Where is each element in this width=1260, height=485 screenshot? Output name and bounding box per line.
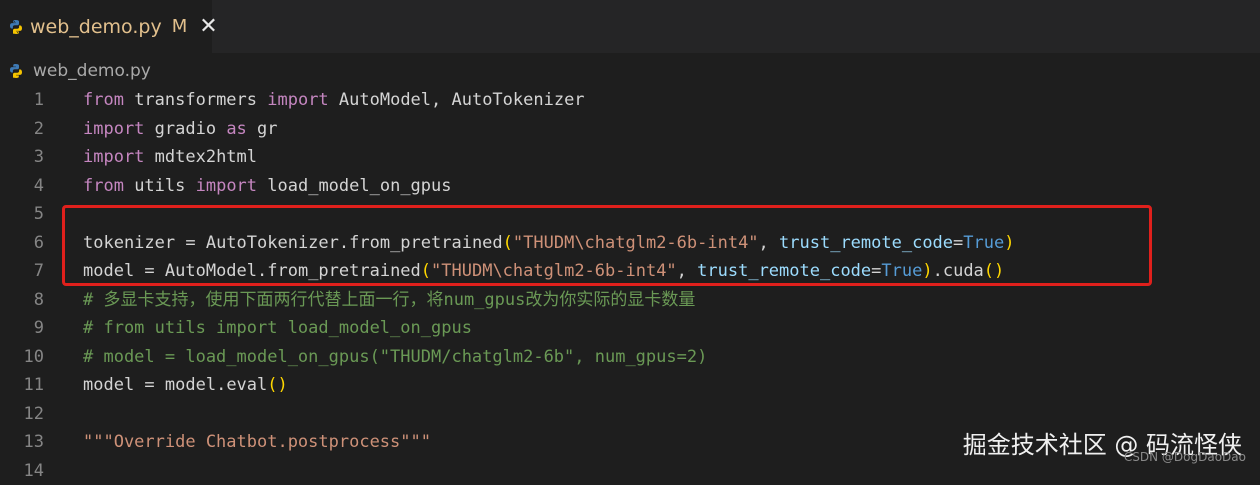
modified-indicator: M xyxy=(172,16,188,37)
line-number: 7 xyxy=(0,257,44,286)
code-token: """Override Chatbot.postprocess""" xyxy=(83,432,431,452)
code-token: # from utils import load_model_on_gpus xyxy=(83,318,472,338)
code-token: import xyxy=(267,90,328,110)
code-token: model xyxy=(83,375,134,395)
line-number: 5 xyxy=(0,200,44,229)
tab-title: web_demo.py xyxy=(30,16,162,38)
code-token: () xyxy=(267,375,287,395)
code-token: AutoModel, AutoTokenizer xyxy=(329,90,585,110)
line-number: 10 xyxy=(0,343,44,372)
code-text: """Override Chatbot.postprocess""" xyxy=(83,428,431,457)
python-icon xyxy=(8,63,24,79)
breadcrumb-file[interactable]: web_demo.py xyxy=(33,61,151,81)
line-number: 1 xyxy=(0,86,44,115)
code-token: from xyxy=(83,90,124,110)
code-token: import xyxy=(196,176,257,196)
code-text: # model = load_model_on_gpus("THUDM/chat… xyxy=(83,343,707,372)
line-number: 6 xyxy=(0,229,44,258)
code-token: from xyxy=(83,176,124,196)
breadcrumb: web_demo.py xyxy=(0,56,151,86)
line-number: 2 xyxy=(0,115,44,144)
code-token: = model. xyxy=(134,375,226,395)
code-token: import xyxy=(83,147,144,167)
tab-web-demo[interactable]: web_demo.py M ✕ xyxy=(0,0,212,53)
code-text: model = model.eval() xyxy=(83,371,288,400)
code-token: # model = load_model_on_gpus("THUDM/chat… xyxy=(83,347,707,367)
code-text: import gradio as gr xyxy=(83,115,278,144)
code-token: mdtex2html xyxy=(144,147,257,167)
line-number: 12 xyxy=(0,400,44,429)
code-token: gradio xyxy=(144,119,226,139)
watermark-sub: CSDN @DogDaoDao xyxy=(1124,450,1246,464)
line-number: 14 xyxy=(0,457,44,485)
tab-bar: web_demo.py M ✕ xyxy=(0,0,1260,53)
line-number: 13 xyxy=(0,428,44,457)
python-icon xyxy=(8,19,24,35)
code-token: # 多显卡支持，使用下面两行代替上面一行，将num_gpus改为你实际的显卡数量 xyxy=(83,290,695,310)
code-text: # 多显卡支持，使用下面两行代替上面一行，将num_gpus改为你实际的显卡数量 xyxy=(83,286,695,315)
code-text: import mdtex2html xyxy=(83,143,257,172)
line-number: 8 xyxy=(0,286,44,315)
highlight-box xyxy=(62,205,1152,286)
code-token: utils xyxy=(124,176,196,196)
line-number: 4 xyxy=(0,172,44,201)
line-number: 11 xyxy=(0,371,44,400)
code-token: as xyxy=(226,119,246,139)
close-icon[interactable]: ✕ xyxy=(199,14,217,39)
code-text: from transformers import AutoModel, Auto… xyxy=(83,86,585,115)
line-number: 9 xyxy=(0,314,44,343)
code-token: load_model_on_gpus xyxy=(257,176,451,196)
code-token: gr xyxy=(247,119,278,139)
code-text: # from utils import load_model_on_gpus xyxy=(83,314,472,343)
code-token: eval xyxy=(226,375,267,395)
code-text: from utils import load_model_on_gpus xyxy=(83,172,452,201)
code-token: transformers xyxy=(124,90,267,110)
line-number: 3 xyxy=(0,143,44,172)
code-token: import xyxy=(83,119,144,139)
